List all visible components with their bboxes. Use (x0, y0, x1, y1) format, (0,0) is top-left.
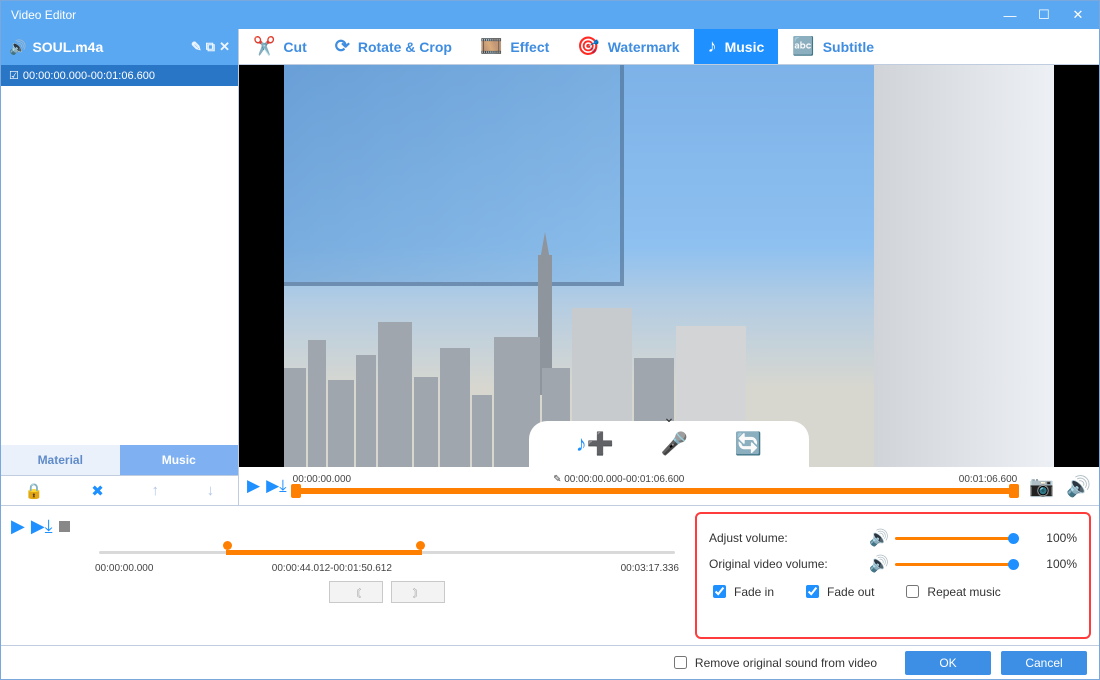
tool-rotate-crop[interactable]: ⟳Rotate & Crop (321, 29, 466, 64)
maximize-button[interactable]: ☐ (1027, 4, 1061, 26)
bracket-left-button[interactable]: 〘 (329, 581, 383, 603)
tool-music[interactable]: ♪Music (694, 29, 779, 64)
minimize-button[interactable]: — (993, 4, 1027, 26)
subtitle-icon: 🔤 (792, 36, 814, 57)
timeline-start-pin[interactable] (223, 541, 232, 550)
preview-start-handle[interactable] (291, 484, 301, 498)
delete-icon[interactable]: ✖ (91, 482, 104, 500)
window-title: Video Editor (5, 8, 993, 22)
sidebar-actions: 🔒 ✖ ↑ ↓ (1, 475, 238, 505)
tab-music[interactable]: Music (120, 445, 239, 475)
orig-volume-label: Original video volume: (709, 557, 869, 571)
right-pane: ✂️Cut ⟳Rotate & Crop 🎞️Effect 🎯Watermark… (239, 29, 1099, 505)
timeline-end-pin[interactable] (416, 541, 425, 550)
tab-material[interactable]: Material (1, 445, 120, 475)
tool-watermark[interactable]: 🎯Watermark (563, 29, 693, 64)
app-window: Video Editor — ☐ ✕ 🔊 SOUL.m4a ✎ ⧉ ✕ ☑ 00… (0, 0, 1100, 680)
sidebar-tabs: Material Music (1, 445, 238, 475)
tool-cut[interactable]: ✂️Cut (239, 29, 321, 64)
volume-checkboxes: Fade in Fade out Repeat music (709, 582, 1077, 601)
lock-icon[interactable]: 🔒 (25, 482, 44, 500)
move-down-icon[interactable]: ↓ (207, 482, 215, 499)
preview-scrubber[interactable]: 00:00:00.000 ✎ 00:00:00.000-00:01:06.600… (293, 476, 1018, 496)
timeline-sel-range: 00:00:44.012-00:01:50.612 (272, 563, 392, 574)
sidebar-list-area (1, 86, 238, 445)
refresh-icon[interactable]: 🔄 (735, 431, 762, 457)
adjust-volume-value: 100% (1027, 531, 1077, 545)
track-item[interactable]: ☑ 00:00:00.000-00:01:06.600 (1, 65, 238, 86)
edit-icon[interactable]: ✎ (191, 39, 202, 55)
main-toolbar: ✂️Cut ⟳Rotate & Crop 🎞️Effect 🎯Watermark… (239, 29, 1099, 65)
play-icon[interactable]: ▶ (247, 476, 260, 496)
cut-icon: ✂️ (253, 36, 275, 57)
adjust-volume-slider[interactable] (895, 531, 1019, 545)
fade-out-checkbox[interactable]: Fade out (802, 582, 874, 601)
video-preview: ♪➕ 🎤 🔄 (239, 65, 1099, 467)
snapshot-icon[interactable]: 📷 (1029, 474, 1054, 499)
timeline-start-time: 00:00:00.000 (95, 563, 153, 574)
adjust-volume-row: Adjust volume: 🔊 100% (709, 528, 1077, 548)
watermark-icon: 🎯 (577, 36, 599, 57)
title-bar: Video Editor — ☐ ✕ (1, 1, 1099, 29)
sidebar: 🔊 SOUL.m4a ✎ ⧉ ✕ ☑ 00:00:00.000-00:01:06… (1, 29, 239, 505)
preview-timeline: ▶ ▶⤓ 00:00:00.000 ✎ 00:00:00.000-00:01:0… (239, 467, 1099, 505)
audio-file-name: SOUL.m4a (32, 39, 186, 55)
sidebar-header: 🔊 SOUL.m4a ✎ ⧉ ✕ (1, 29, 238, 65)
play-export-icon[interactable]: ▶⤓ (266, 476, 287, 496)
music-icon: ♪ (708, 36, 717, 57)
duplicate-icon[interactable]: ⧉ (206, 39, 215, 55)
speaker-icon: 🔊 (9, 39, 26, 56)
orig-volume-row: Original video volume: 🔊 100% (709, 554, 1077, 574)
preview-frame (284, 65, 1054, 467)
track-range: 00:00:00.000-00:01:06.600 (23, 70, 155, 82)
track-check-icon: ☑ (9, 69, 19, 82)
crop-icon: ⟳ (335, 36, 350, 57)
bottom-timeline-area: ▶ ▶⤓ 00:00:00.000 00:00:44.012-00:01:50.… (9, 512, 685, 639)
speaker-icon[interactable]: 🔊 (869, 528, 889, 548)
tool-effect[interactable]: 🎞️Effect (466, 29, 563, 64)
orig-volume-value: 100% (1027, 557, 1077, 571)
play-button[interactable]: ▶ (11, 516, 25, 537)
close-button[interactable]: ✕ (1061, 4, 1095, 26)
bottom-controls: ▶ ▶⤓ (11, 516, 685, 537)
preview-end-time: 00:01:06.600 (959, 474, 1017, 485)
play-range-button[interactable]: ▶⤓ (31, 516, 53, 537)
tool-subtitle[interactable]: 🔤Subtitle (778, 29, 888, 64)
add-music-icon[interactable]: ♪➕ (576, 431, 614, 457)
main-area: 🔊 SOUL.m4a ✎ ⧉ ✕ ☑ 00:00:00.000-00:01:06… (1, 29, 1099, 505)
orig-volume-slider[interactable] (895, 557, 1019, 571)
ok-button[interactable]: OK (905, 651, 991, 675)
move-up-icon[interactable]: ↑ (151, 482, 159, 499)
repeat-music-checkbox[interactable]: Repeat music (902, 582, 1000, 601)
footer: Remove original sound from video OK Canc… (1, 645, 1099, 679)
volume-panel: Adjust volume: 🔊 100% Original video vol… (695, 512, 1091, 639)
cancel-button[interactable]: Cancel (1001, 651, 1087, 675)
stop-button[interactable] (59, 521, 70, 532)
timeline-end-time: 00:03:17.336 (621, 563, 679, 574)
preview-action-bar: ♪➕ 🎤 🔄 (529, 421, 809, 467)
speaker-icon[interactable]: 🔊 (869, 554, 889, 574)
bottom-panel: ▶ ▶⤓ 00:00:00.000 00:00:44.012-00:01:50.… (1, 505, 1099, 645)
remove-original-sound-checkbox[interactable]: Remove original sound from video (670, 653, 877, 672)
bottom-timeline[interactable]: 00:00:00.000 00:00:44.012-00:01:50.612 0… (99, 541, 675, 611)
bracket-right-button[interactable]: 〙 (391, 581, 445, 603)
fade-in-checkbox[interactable]: Fade in (709, 582, 774, 601)
adjust-volume-label: Adjust volume: (709, 531, 869, 545)
volume-icon[interactable]: 🔊 (1066, 474, 1091, 499)
preview-end-handle[interactable] (1009, 484, 1019, 498)
remove-icon[interactable]: ✕ (219, 39, 230, 55)
preview-segment-range: 00:00:00.000-00:01:06.600 (564, 474, 684, 485)
add-voice-icon[interactable]: 🎤 (661, 431, 688, 457)
preview-start-time: 00:00:00.000 (293, 474, 351, 485)
effect-icon: 🎞️ (480, 36, 502, 57)
